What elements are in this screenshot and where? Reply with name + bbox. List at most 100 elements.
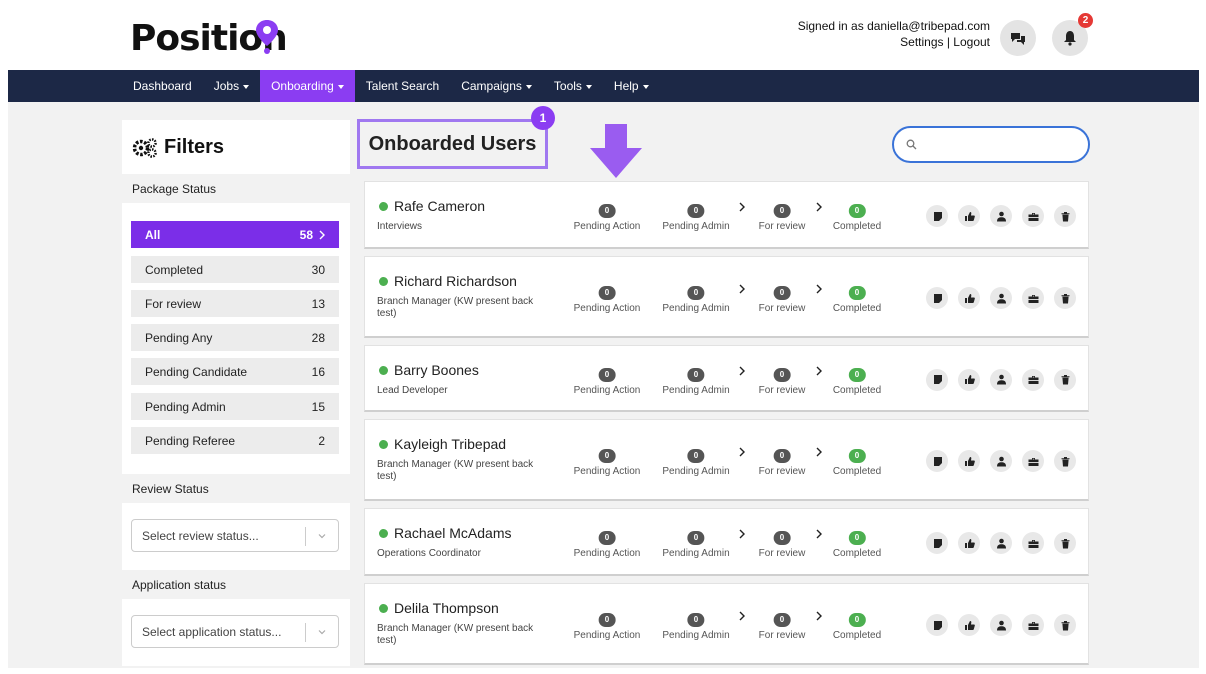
candidate-name[interactable]: Kayleigh Tribepad — [379, 436, 506, 452]
briefcase-button[interactable] — [1022, 614, 1044, 636]
thumbs-up-button[interactable] — [958, 532, 980, 554]
package-status-item[interactable]: Pending Referee 2 — [131, 427, 339, 454]
nav-item-dashboard[interactable]: Dashboard — [122, 70, 203, 102]
stage-pending-action[interactable]: 0 Pending Action — [574, 367, 640, 396]
settings-link[interactable]: Settings — [900, 35, 943, 49]
stage-pending-action[interactable]: 0 Pending Action — [574, 613, 640, 641]
trash-button[interactable] — [1054, 205, 1076, 227]
candidate-name[interactable]: Rafe Cameron — [379, 198, 485, 214]
trash-button[interactable] — [1054, 450, 1076, 472]
stage-pending-admin[interactable]: 0 Pending Admin — [662, 286, 730, 314]
stage-count: 0 — [598, 204, 616, 218]
note-icon — [933, 538, 942, 548]
nav-item-campaigns[interactable]: Campaigns — [450, 70, 543, 102]
search-box[interactable] — [892, 126, 1090, 163]
user-button[interactable] — [990, 368, 1012, 391]
stage-completed[interactable]: 0 Completed — [833, 286, 881, 314]
note-button[interactable] — [926, 532, 948, 554]
logout-link[interactable]: Logout — [953, 35, 990, 49]
nav-item-onboarding[interactable]: Onboarding — [260, 70, 355, 102]
stage-pending-admin[interactable]: 0 Pending Admin — [662, 531, 730, 559]
note-button[interactable] — [926, 614, 948, 636]
candidate-name[interactable]: Rachael McAdams — [379, 525, 512, 541]
thumbs-up-button[interactable] — [958, 450, 980, 472]
note-button[interactable] — [926, 368, 948, 391]
package-status-item[interactable]: For review 13 — [131, 290, 339, 317]
user-button[interactable] — [990, 287, 1012, 309]
trash-button[interactable] — [1054, 368, 1076, 391]
briefcase-button[interactable] — [1022, 205, 1044, 227]
stage-pending-action[interactable]: 0 Pending Action — [574, 449, 640, 477]
user-button[interactable] — [990, 614, 1012, 636]
nav-item-jobs[interactable]: Jobs — [203, 70, 260, 102]
stage-label: For review — [758, 466, 806, 477]
stage-pending-admin[interactable]: 0 Pending Admin — [662, 449, 730, 477]
package-status-item[interactable]: Pending Admin 15 — [131, 393, 339, 420]
candidate-card[interactable]: Rafe Cameron Interviews 0 Pending Action 0 Pe… — [364, 181, 1089, 249]
package-status-item[interactable]: Pending Any 28 — [131, 324, 339, 351]
review-status-label: Review Status — [132, 482, 209, 496]
review-status-select[interactable]: Select review status... — [131, 519, 339, 552]
filters-sidebar: Filters Package Status All 58 Completed 30 F… — [122, 120, 350, 666]
stage-pending-admin[interactable]: 0 Pending Admin — [662, 367, 730, 396]
briefcase-button[interactable] — [1022, 450, 1044, 472]
thumbs-up-button[interactable] — [958, 287, 980, 309]
stage-pending-admin[interactable]: 0 Pending Admin — [662, 204, 730, 232]
stage-count: 0 — [598, 286, 616, 300]
note-button[interactable] — [926, 450, 948, 472]
stage-pending-admin[interactable]: 0 Pending Admin — [662, 613, 730, 641]
trash-button[interactable] — [1054, 614, 1076, 636]
notifications-button[interactable]: 2 — [1052, 13, 1093, 56]
search-input[interactable] — [925, 137, 1075, 152]
briefcase-button[interactable] — [1022, 532, 1044, 554]
note-button[interactable] — [926, 205, 948, 227]
application-status-select[interactable]: Select application status... — [131, 615, 339, 648]
chevron-down-icon — [318, 630, 326, 635]
candidate-card[interactable]: Rachael McAdams Operations Coordinator 0 Pe… — [364, 508, 1089, 576]
stage-label: Completed — [832, 630, 882, 641]
candidate-name[interactable]: Barry Boones — [379, 362, 479, 378]
trash-button[interactable] — [1054, 532, 1076, 554]
package-status-item[interactable]: All 58 — [131, 221, 339, 248]
stage-for-review[interactable]: 0 For review — [759, 286, 805, 314]
stage-for-review[interactable]: 0 For review — [759, 531, 805, 559]
stage-for-review[interactable]: 0 For review — [758, 449, 806, 477]
user-button[interactable] — [990, 205, 1012, 227]
package-status-item[interactable]: Completed 30 — [131, 256, 339, 283]
stage-completed[interactable]: 0 Completed — [833, 449, 881, 477]
stage-pending-action[interactable]: 0 Pending Action — [574, 531, 640, 559]
stage-completed[interactable]: 0 Completed — [833, 204, 881, 232]
stage-pending-action[interactable]: 0 Pending Action — [574, 286, 640, 314]
user-button[interactable] — [990, 532, 1012, 554]
thumbs-up-button[interactable] — [958, 368, 980, 391]
trash-button[interactable] — [1054, 287, 1076, 309]
nav-item-tools[interactable]: Tools — [543, 70, 603, 102]
candidate-name[interactable]: Richard Richardson — [379, 273, 517, 289]
nav-item-help[interactable]: Help — [603, 70, 660, 102]
stage-pending-action[interactable]: 0 Pending Action — [574, 204, 640, 232]
stage-for-review[interactable]: 0 For review — [759, 613, 805, 641]
messages-button[interactable] — [1000, 20, 1036, 56]
candidate-name[interactable]: Delila Thompson — [379, 600, 499, 616]
stage-for-review[interactable]: 0 For review — [759, 367, 805, 396]
candidate-card[interactable]: Delila Thompson Branch Manager (KW presen… — [364, 583, 1089, 665]
briefcase-button[interactable] — [1022, 368, 1044, 391]
stage-completed[interactable]: 0 Completed — [833, 531, 881, 559]
briefcase-button[interactable] — [1022, 287, 1044, 309]
stage-for-review[interactable]: 0 For review — [759, 204, 805, 232]
note-button[interactable] — [926, 287, 948, 309]
candidate-card[interactable]: Barry Boones Lead Developer 0 Pending Actio… — [364, 345, 1089, 412]
user-button[interactable] — [990, 450, 1012, 472]
thumbs-up-button[interactable] — [958, 205, 980, 227]
candidate-name-text: Rafe Cameron — [394, 198, 486, 214]
stage-label: Completed — [832, 221, 882, 232]
thumbs-up-button[interactable] — [958, 614, 980, 636]
candidate-card[interactable]: Kayleigh Tribepad Branch Manager (KW pres… — [364, 419, 1089, 501]
package-status-item[interactable]: Pending Candidate 16 — [131, 358, 339, 385]
stage-completed[interactable]: 0 Completed — [833, 367, 881, 396]
candidate-card[interactable]: Richard Richardson Branch Manager (KW pre… — [364, 256, 1089, 338]
trash-icon — [1061, 293, 1069, 303]
chevron-right-icon — [816, 529, 822, 539]
stage-completed[interactable]: 0 Completed — [833, 613, 881, 641]
nav-item-talent-search[interactable]: Talent Search — [355, 70, 450, 102]
